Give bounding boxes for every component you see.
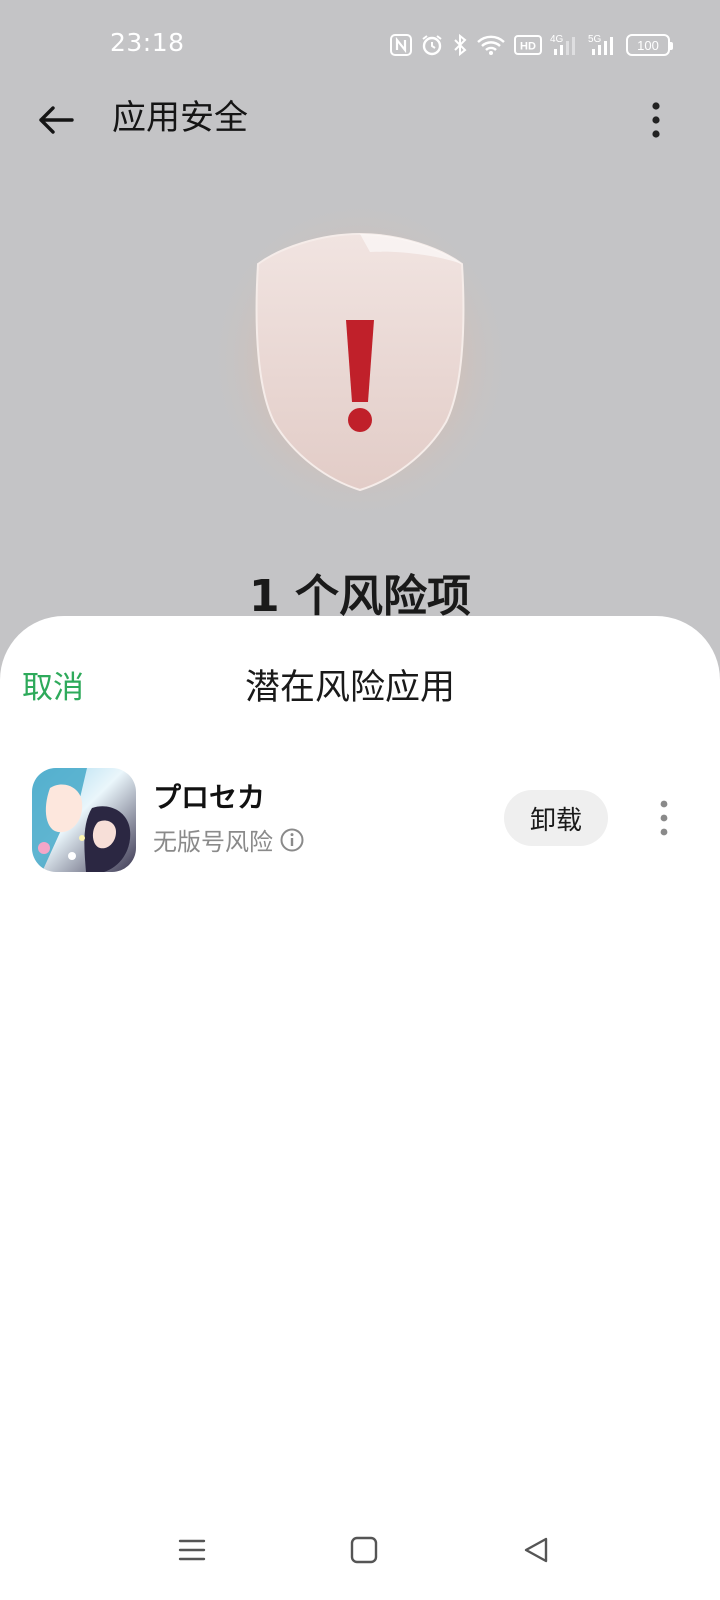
screen: 23:18 HD 4G 5G 100 应用安全 1 个风险项 取消 潜在风险应用…: [0, 0, 720, 1600]
back-button[interactable]: [30, 94, 82, 146]
app-more-button[interactable]: [648, 790, 680, 846]
svg-text:5G: 5G: [588, 34, 602, 45]
alarm-icon: [420, 33, 444, 57]
triangle-back-icon: [524, 1537, 548, 1563]
navigation-bar: [0, 1520, 720, 1600]
more-vertical-icon: [652, 102, 660, 138]
menu-icon: [178, 1539, 206, 1561]
battery-icon: 100: [626, 34, 673, 56]
uninstall-button[interactable]: 卸载: [504, 790, 608, 846]
svg-text:4G: 4G: [550, 34, 564, 45]
status-icons: HD 4G 5G 100: [390, 30, 673, 60]
signal-5g-icon: 5G: [588, 33, 618, 57]
more-vertical-icon: [660, 800, 668, 836]
home-button[interactable]: [332, 1520, 396, 1580]
app-icon: [32, 768, 136, 872]
recents-button[interactable]: [160, 1520, 224, 1580]
arrow-left-icon: [39, 106, 74, 134]
page-title: 应用安全: [112, 98, 248, 138]
app-bar: 应用安全: [0, 80, 720, 156]
shield-warning-icon: [200, 190, 520, 550]
more-button[interactable]: [636, 94, 676, 146]
battery-level: 100: [637, 37, 659, 53]
risk-line: 无版号风险: [153, 826, 305, 858]
list-item[interactable]: プロセカ 无版号风险 卸载: [0, 766, 720, 876]
risk-count: 1 个风险项: [249, 571, 471, 622]
hd-icon: HD: [514, 35, 542, 55]
back-nav-button[interactable]: [504, 1520, 568, 1580]
signal-4g-icon: 4G: [550, 33, 580, 57]
sheet-title: 潜在风险应用: [244, 668, 455, 708]
svg-text:HD: HD: [520, 41, 536, 53]
square-icon: [350, 1536, 378, 1564]
bottom-sheet: 取消 潜在风险应用 プロセカ 无版号风险 卸载: [0, 616, 720, 1600]
status-bar: 23:18 HD 4G 5G 100: [0, 0, 720, 90]
risk-label: 无版号风险: [153, 828, 273, 856]
app-name: プロセカ: [153, 781, 266, 814]
nfc-icon: [390, 34, 412, 56]
info-icon[interactable]: [279, 827, 305, 857]
wifi-icon: [476, 34, 506, 56]
status-time: 23:18: [110, 28, 185, 57]
bluetooth-icon: [452, 33, 468, 57]
